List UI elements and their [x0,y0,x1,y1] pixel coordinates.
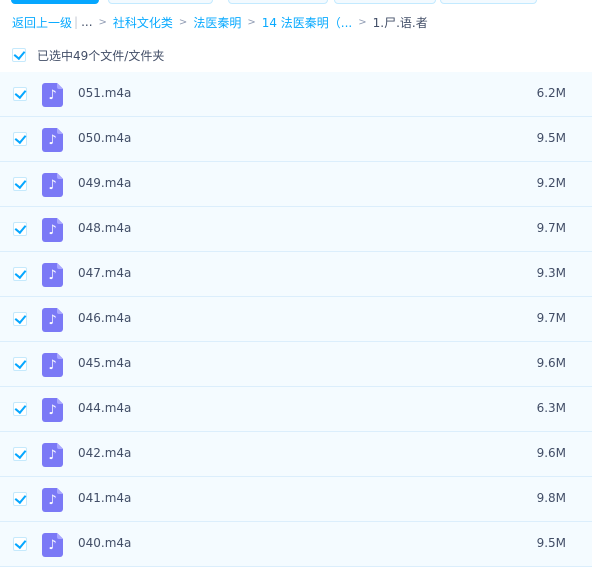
file-checkbox[interactable] [13,492,27,506]
new-folder-button[interactable] [108,0,213,4]
breadcrumb-ellipsis[interactable]: ... [81,15,92,29]
breadcrumb-item[interactable]: 14 法医秦明（... [262,14,353,31]
audio-file-icon: ♪ [42,398,63,422]
file-checkbox[interactable] [13,222,27,236]
file-size: 9.7M [536,221,566,235]
file-checkbox[interactable] [13,312,27,326]
file-row[interactable]: ♪ 044.m4a 6.3M [0,387,592,432]
audio-file-icon: ♪ [42,308,63,332]
file-row[interactable]: ♪ 046.m4a 9.7M [0,297,592,342]
audio-file-icon: ♪ [42,83,63,107]
audio-file-icon: ♪ [42,533,63,557]
file-name[interactable]: 041.m4a [78,491,131,505]
file-size: 6.2M [536,86,566,100]
breadcrumb-item[interactable]: 法医秦明 [193,14,241,31]
file-row[interactable]: ♪ 047.m4a 9.3M [0,252,592,297]
download-button[interactable] [228,0,328,4]
file-checkbox[interactable] [13,537,27,551]
selection-count-label: 已选中49个文件/文件夹 [37,48,165,63]
audio-file-icon: ♪ [42,488,63,512]
file-size: 9.6M [536,446,566,460]
toolbar-strip [0,0,592,4]
audio-file-icon: ♪ [42,353,63,377]
file-size: 9.2M [536,176,566,190]
audio-file-icon: ♪ [42,443,63,467]
file-size: 9.5M [536,536,566,550]
breadcrumb-current: 1.尸.语.者 [372,15,428,30]
file-checkbox[interactable] [13,177,27,191]
file-checkbox[interactable] [13,87,27,101]
file-size: 9.5M [536,131,566,145]
audio-file-icon: ♪ [42,173,63,197]
file-checkbox[interactable] [13,132,27,146]
file-row[interactable]: ♪ 048.m4a 9.7M [0,207,592,252]
file-row[interactable]: ♪ 050.m4a 9.5M [0,117,592,162]
select-all-bar: 已选中49个文件/文件夹 [12,45,164,65]
file-name[interactable]: 047.m4a [78,266,131,280]
select-all-checkbox[interactable] [12,48,26,62]
audio-file-icon: ♪ [42,218,63,242]
file-size: 9.3M [536,266,566,280]
file-checkbox[interactable] [13,402,27,416]
file-name[interactable]: 045.m4a [78,356,131,370]
file-list: ♪ 051.m4a 6.2M ♪ 050.m4a 9.5M ♪ 049.m4a 9.2M ♪ 048… [0,72,592,567]
breadcrumb-item[interactable]: 社科文化类 [113,14,173,31]
file-name[interactable]: 048.m4a [78,221,131,235]
file-size: 9.7M [536,311,566,325]
delete-button[interactable] [440,0,537,4]
upload-button[interactable] [11,0,99,4]
file-name[interactable]: 046.m4a [78,311,131,325]
file-row[interactable]: ♪ 042.m4a 9.6M [0,432,592,477]
file-size: 9.8M [536,491,566,505]
share-button[interactable] [334,0,436,4]
file-name[interactable]: 050.m4a [78,131,131,145]
chevron-right-icon: > [178,16,188,28]
file-checkbox[interactable] [13,357,27,371]
file-name[interactable]: 042.m4a [78,446,131,460]
audio-file-icon: ♪ [42,263,63,287]
breadcrumb-divider: | [74,15,79,29]
chevron-right-icon: > [358,16,367,28]
file-name[interactable]: 049.m4a [78,176,131,190]
chevron-right-icon: > [247,16,256,28]
file-checkbox[interactable] [13,447,27,461]
file-size: 9.6M [536,356,566,370]
back-link[interactable]: 返回上一级 [12,14,72,31]
file-row[interactable]: ♪ 049.m4a 9.2M [0,162,592,207]
file-checkbox[interactable] [13,267,27,281]
file-name[interactable]: 040.m4a [78,536,131,550]
file-row[interactable]: ♪ 051.m4a 6.2M [0,72,592,117]
chevron-right-icon: > [98,16,107,28]
file-row[interactable]: ♪ 045.m4a 9.6M [0,342,592,387]
breadcrumb: 返回上一级 | ... > 社科文化类 > 法医秦明 > 14 法医秦明（...… [12,13,428,31]
file-size: 6.3M [536,401,566,415]
file-name[interactable]: 044.m4a [78,401,131,415]
file-row[interactable]: ♪ 041.m4a 9.8M [0,477,592,522]
file-name[interactable]: 051.m4a [78,86,131,100]
audio-file-icon: ♪ [42,128,63,152]
